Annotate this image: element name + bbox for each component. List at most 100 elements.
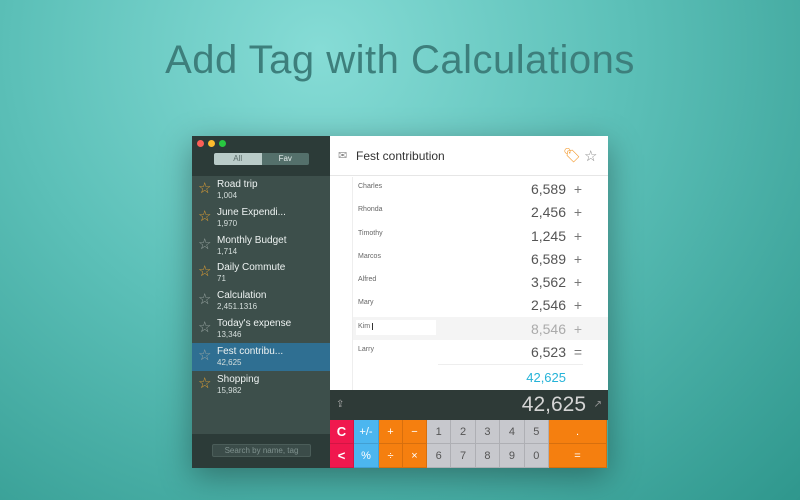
item-name: Monthly Budget xyxy=(217,234,287,246)
key-button[interactable]: 7 xyxy=(451,444,476,468)
star-icon[interactable]: ☆ xyxy=(198,348,211,363)
close-button[interactable] xyxy=(197,140,204,147)
sidebar-item[interactable]: ☆ Road trip 1,004 xyxy=(192,176,330,204)
key-button[interactable]: +/- xyxy=(354,420,379,444)
key-button[interactable]: 8 xyxy=(475,444,501,468)
sidebar-item[interactable]: ☆ Calculation 2,451.1316 xyxy=(192,287,330,315)
key-button[interactable]: ÷ xyxy=(379,444,403,468)
key-button[interactable]: 2 xyxy=(451,420,476,444)
item-name: Daily Commute xyxy=(217,262,286,274)
entry-operator: + xyxy=(573,297,582,314)
key-button[interactable]: + xyxy=(379,420,403,444)
sidebar-item[interactable]: ☆ Fest contribu... 42,625 xyxy=(192,342,330,371)
entry-value[interactable]: 6,589 xyxy=(531,181,566,197)
entry-value[interactable]: 2,546 xyxy=(531,297,566,313)
entry-row[interactable]: Larry 6,523 = xyxy=(353,340,608,363)
key-button[interactable]: 5 xyxy=(524,420,549,444)
entry-operator: + xyxy=(573,181,582,197)
sidebar-item[interactable]: ☆ Daily Commute 71 xyxy=(192,259,330,287)
export-icon[interactable]: ↗ xyxy=(594,399,602,410)
key-button[interactable]: . xyxy=(549,420,607,444)
display-value: 42,625 xyxy=(521,393,586,416)
item-value: 1,714 xyxy=(217,246,238,256)
entry-name[interactable]: Mary xyxy=(358,299,374,306)
entry-name[interactable]: Kim xyxy=(358,322,374,330)
search-input[interactable]: Search by name, tag xyxy=(212,444,311,457)
key-button[interactable]: % xyxy=(354,444,379,468)
entry-name[interactable]: Larry xyxy=(358,346,374,353)
entry-value[interactable]: 3,562 xyxy=(531,274,566,290)
star-icon[interactable]: ☆ xyxy=(584,147,597,165)
entry-operator: = xyxy=(573,344,582,361)
key-button[interactable]: < xyxy=(330,444,354,468)
key-button[interactable]: = xyxy=(549,444,607,468)
entry-row[interactable]: Mary 2,546 + xyxy=(353,293,608,316)
calculation-title[interactable]: Fest contribution xyxy=(356,149,445,163)
key-button[interactable]: C xyxy=(330,420,354,444)
key-button[interactable]: − xyxy=(403,420,427,444)
entry-value[interactable]: 6,523 xyxy=(531,344,566,360)
sidebar-item[interactable]: ☆ Today's expense 13,346 xyxy=(192,315,330,343)
sidebar-item[interactable]: ☆ June Expendi... 1,970 xyxy=(192,204,330,232)
star-icon[interactable]: ☆ xyxy=(198,237,211,252)
item-name: Fest contribu... xyxy=(217,345,284,357)
display-bar: ⇪ 42,625 ↗ xyxy=(330,390,608,420)
item-name: June Expendi... xyxy=(217,206,286,218)
sidebar-item[interactable]: ☆ Shopping 15,982 xyxy=(192,371,330,399)
item-name: Shopping xyxy=(217,373,260,385)
total-value: 42,625 xyxy=(526,370,566,385)
entry-row[interactable]: Marcos 6,589 + xyxy=(353,247,608,270)
key-button[interactable]: 9 xyxy=(500,444,525,468)
item-value: 15,982 xyxy=(217,385,242,395)
entry-value[interactable]: 1,245 xyxy=(531,228,566,244)
total-divider xyxy=(438,364,583,365)
key-button[interactable]: 0 xyxy=(524,444,549,468)
entry-value[interactable]: 2,456 xyxy=(531,204,566,220)
tab-fav[interactable]: Fav xyxy=(261,153,309,165)
key-button[interactable]: 1 xyxy=(427,420,452,444)
entry-row[interactable]: Kim 8,546 + xyxy=(353,316,608,341)
minimize-button[interactable] xyxy=(208,140,215,147)
entry-row[interactable]: Charles 6,589 + xyxy=(353,177,608,200)
panel-header: ✉ Fest contribution 🏷 ☆ xyxy=(330,136,608,176)
key-button[interactable]: 3 xyxy=(475,420,501,444)
item-value: 2,451.1316 xyxy=(217,302,258,312)
sidebar-item[interactable]: ☆ Monthly Budget 1,714 xyxy=(192,232,330,260)
star-icon[interactable]: ☆ xyxy=(198,320,211,335)
sidebar: All Fav ☆ Road trip 1,004 ☆ June Expendi.… xyxy=(192,136,330,468)
item-value: 13,346 xyxy=(217,329,242,339)
star-icon[interactable]: ☆ xyxy=(198,292,211,307)
entry-name[interactable]: Rhonda xyxy=(358,206,383,213)
entry-operator: + xyxy=(573,274,582,291)
app-window: All Fav ☆ Road trip 1,004 ☆ June Expendi.… xyxy=(192,136,608,468)
item-value: 1,970 xyxy=(217,218,238,228)
share-icon[interactable]: ⇪ xyxy=(336,399,344,410)
item-name: Today's expense xyxy=(217,317,292,329)
entry-name[interactable]: Timothy xyxy=(358,230,383,237)
star-icon[interactable]: ☆ xyxy=(198,376,211,391)
key-button[interactable]: 4 xyxy=(500,420,525,444)
item-value: 42,625 xyxy=(217,357,242,367)
key-button[interactable]: 6 xyxy=(427,444,452,468)
star-icon[interactable]: ☆ xyxy=(198,209,211,224)
entry-row[interactable]: Alfred 3,562 + xyxy=(353,270,608,293)
entry-row[interactable]: Rhonda 2,456 + xyxy=(353,200,608,223)
star-icon[interactable]: ☆ xyxy=(198,181,211,196)
entry-name[interactable]: Marcos xyxy=(358,253,381,260)
filter-segmented-control: All Fav xyxy=(214,153,309,165)
tab-all[interactable]: All xyxy=(214,153,262,165)
item-name: Calculation xyxy=(217,290,267,302)
key-button[interactable]: × xyxy=(403,444,427,468)
zoom-button[interactable] xyxy=(219,140,226,147)
entry-row[interactable]: Timothy 1,245 + xyxy=(353,224,608,247)
star-icon[interactable]: ☆ xyxy=(198,264,211,279)
entry-name[interactable]: Charles xyxy=(358,183,382,190)
entry-operator: + xyxy=(573,204,582,221)
sidebar-header: All Fav xyxy=(192,136,330,176)
tray-icon: ✉ xyxy=(338,150,348,162)
entry-value[interactable]: 6,589 xyxy=(531,251,566,267)
entry-value[interactable]: 8,546 xyxy=(531,321,566,337)
tag-icon[interactable]: 🏷 xyxy=(563,147,581,164)
item-value: 71 xyxy=(217,274,226,284)
entry-name[interactable]: Alfred xyxy=(358,276,376,283)
